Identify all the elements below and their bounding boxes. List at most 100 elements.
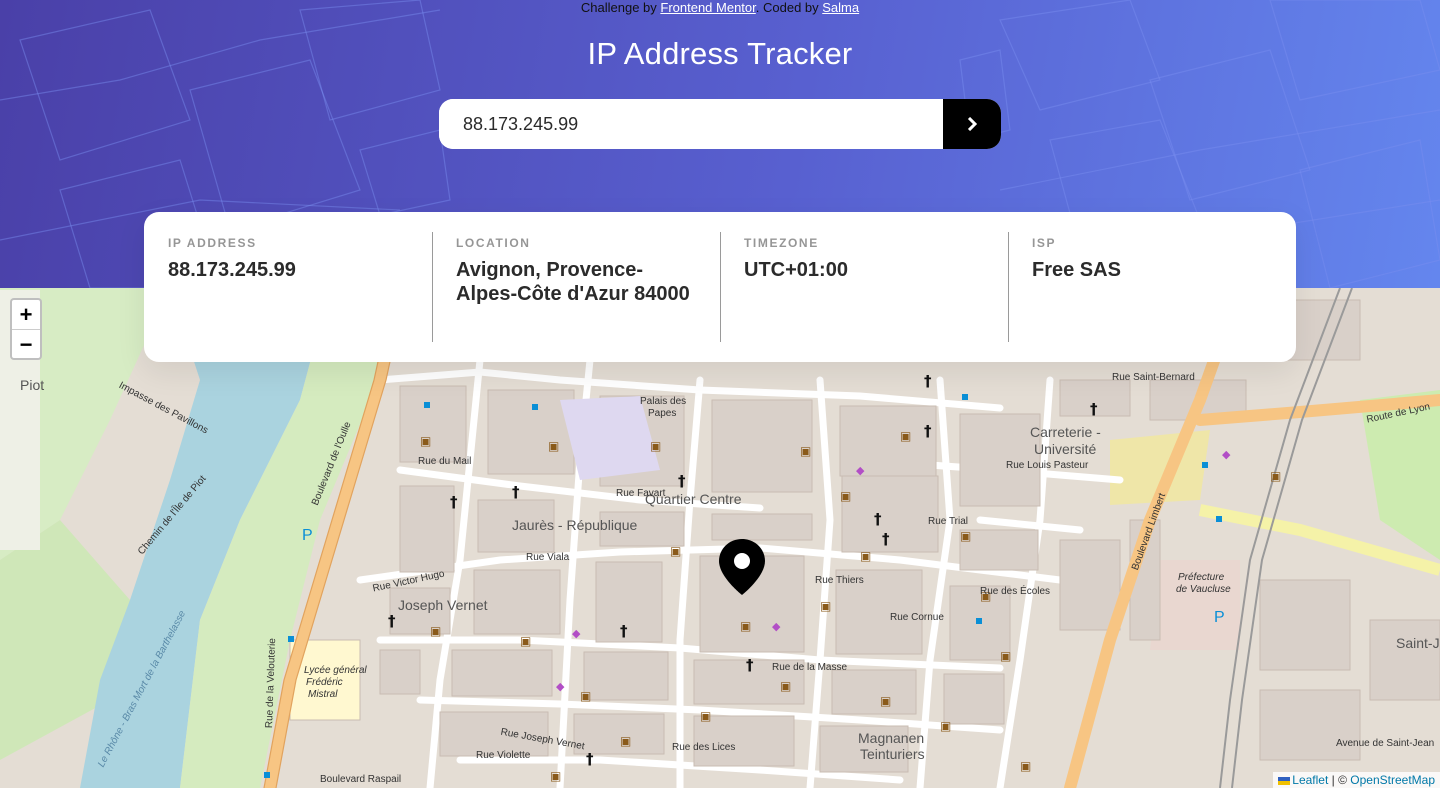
location-section: LOCATION Avignon, Provence-Alpes-Côte d'…	[432, 232, 720, 342]
map-label-rue-viala: Rue Viala	[526, 552, 570, 563]
svg-text:▣: ▣	[880, 694, 891, 708]
map-label-prefecture-2: de Vaucluse	[1176, 584, 1231, 595]
svg-text:◆: ◆	[572, 627, 581, 640]
map-attribution: Leaflet | © OpenStreetMap	[1273, 772, 1440, 788]
search-bar	[439, 99, 1001, 149]
svg-text:†: †	[882, 530, 890, 548]
svg-text:▣: ▣	[940, 719, 951, 733]
svg-text:▣: ▣	[580, 689, 591, 703]
svg-text:▣: ▣	[670, 544, 681, 558]
svg-text:†: †	[388, 612, 396, 630]
map-label-rue-louis-pasteur: Rue Louis Pasteur	[1006, 460, 1089, 471]
search-submit-button[interactable]	[943, 99, 1001, 149]
svg-text:◆: ◆	[1222, 448, 1231, 461]
svg-text:P: P	[302, 527, 313, 544]
svg-text:†: †	[620, 622, 628, 640]
map-label-rue-des-lices: Rue des Lices	[672, 742, 736, 753]
map-label-rue-thiers: Rue Thiers	[815, 575, 864, 586]
svg-text:▣: ▣	[520, 634, 531, 648]
map-label-palais: Palais des	[640, 396, 687, 407]
zoom-in-button[interactable]: +	[12, 300, 40, 330]
svg-text:▣: ▣	[800, 444, 811, 458]
location-pin-icon[interactable]	[719, 539, 765, 595]
location-value: Avignon, Provence-Alpes-Côte d'Azur 8400…	[456, 259, 690, 305]
map-label-lycee-1: Lycée général	[304, 665, 367, 676]
svg-text:◆: ◆	[772, 620, 781, 633]
svg-text:†: †	[924, 422, 932, 440]
map-label-avenue-saint-jean: Avenue de Saint-Jean	[1336, 738, 1435, 749]
svg-text:▣: ▣	[820, 599, 831, 613]
ip-search-input[interactable]	[439, 99, 943, 149]
ip-address-section: IP ADDRESS 88.173.245.99	[144, 232, 432, 342]
isp-section: ISP Free SAS	[1008, 232, 1296, 342]
location-label: LOCATION	[456, 236, 531, 250]
svg-text:†: †	[874, 510, 882, 528]
credit-separator: | ©	[1328, 773, 1351, 787]
map-label-magnanen: Magnanen	[858, 730, 925, 746]
map-label-lycee-3: Mistral	[308, 689, 338, 700]
chevron-right-icon	[967, 117, 977, 131]
map-label-boulevard-raspail: Boulevard Raspail	[320, 774, 402, 785]
map-label-jaures: Jaurès - République	[512, 517, 638, 533]
attribution-middle: . Coded by	[755, 0, 823, 15]
map-label-rue-de-la-masse: Rue de la Masse	[772, 662, 848, 673]
map-label-lycee-2: Frédéric	[306, 677, 343, 688]
zoom-out-button[interactable]: −	[12, 330, 40, 359]
ip-address-label: IP ADDRESS	[168, 236, 257, 250]
ip-address-value: 88.173.245.99	[168, 259, 296, 281]
attribution: Challenge by Frontend Mentor. Coded by S…	[0, 0, 1440, 16]
map-label-universite: Université	[1034, 441, 1097, 457]
svg-text:▣: ▣	[900, 429, 911, 443]
map-label-prefecture-1: Préfecture	[1178, 572, 1225, 583]
svg-text:◆: ◆	[856, 464, 865, 477]
svg-text:▣: ▣	[550, 769, 561, 783]
svg-text:▣: ▣	[1270, 469, 1281, 483]
svg-text:▣: ▣	[430, 624, 441, 638]
map-label-joseph-vernet: Joseph Vernet	[398, 597, 488, 613]
map[interactable]: ▣ ▣ ▣ ▣ ▣ ▣ ▣ ▣ ▣ ▣ ▣ ▣ ▣ ▣ ▣ ▣ ▣ ▣ ▣ ▣ ▣ ▣ ▣ ▣ † † † † † † …	[0, 288, 1440, 788]
svg-text:▣: ▣	[960, 529, 971, 543]
map-label-saint-j: Saint-J	[1396, 635, 1440, 651]
svg-text:†: †	[512, 483, 520, 501]
page-title: IP Address Tracker	[587, 36, 853, 71]
map-label-papes: Papes	[648, 408, 677, 419]
svg-text:◆: ◆	[556, 680, 565, 693]
svg-text:▣: ▣	[1020, 759, 1031, 773]
isp-label: ISP	[1032, 236, 1057, 250]
svg-text:†: †	[586, 750, 594, 768]
timezone-section: TIMEZONE UTC+01:00	[720, 232, 1008, 342]
map-label-rue-du-mail: Rue du Mail	[418, 456, 472, 467]
timezone-label: TIMEZONE	[744, 236, 819, 250]
map-label-rue-des-ecoles: Rue des Écoles	[980, 586, 1051, 597]
svg-text:P: P	[1214, 609, 1225, 626]
svg-text:†: †	[678, 472, 686, 490]
svg-text:†: †	[450, 493, 458, 511]
ukraine-flag-icon	[1278, 776, 1291, 785]
svg-text:▣: ▣	[420, 434, 431, 448]
author-link[interactable]: Salma	[822, 0, 859, 15]
svg-text:▣: ▣	[620, 734, 631, 748]
map-label-rue-favart: Rue Favart	[616, 488, 666, 499]
svg-text:▣: ▣	[780, 679, 791, 693]
map-label-rue-saint-bernard: Rue Saint-Bernard	[1112, 372, 1195, 383]
svg-text:▣: ▣	[1000, 649, 1011, 663]
svg-text:†: †	[746, 656, 754, 674]
map-label-rue-violette: Rue Violette	[476, 750, 531, 761]
frontend-mentor-link[interactable]: Frontend Mentor	[660, 0, 755, 15]
ip-info-card: IP ADDRESS 88.173.245.99 LOCATION Avigno…	[144, 212, 1296, 362]
timezone-value: UTC+01:00	[744, 259, 848, 281]
map-label-rue-trial: Rue Trial	[928, 516, 969, 527]
attribution-prefix: Challenge by	[580, 0, 661, 15]
map-label-carreterie: Carreterie -	[1030, 424, 1101, 440]
leaflet-link[interactable]: Leaflet	[1292, 773, 1328, 787]
svg-text:▣: ▣	[740, 619, 751, 633]
svg-text:▣: ▣	[548, 439, 559, 453]
svg-text:†: †	[924, 372, 932, 390]
isp-value: Free SAS	[1032, 259, 1121, 281]
svg-text:▣: ▣	[700, 709, 711, 723]
map-tiles[interactable]: ▣ ▣ ▣ ▣▣▣ ▣▣▣ ▣▣▣ ▣▣▣ ▣▣▣ ▣▣▣ ▣▣▣ ††† ††† …	[0, 288, 1440, 788]
map-label-rue-cornue: Rue Cornue	[890, 612, 944, 623]
svg-text:†: †	[1090, 400, 1098, 418]
map-label-piot: Piot	[20, 377, 45, 393]
openstreetmap-link[interactable]: OpenStreetMap	[1350, 773, 1435, 787]
